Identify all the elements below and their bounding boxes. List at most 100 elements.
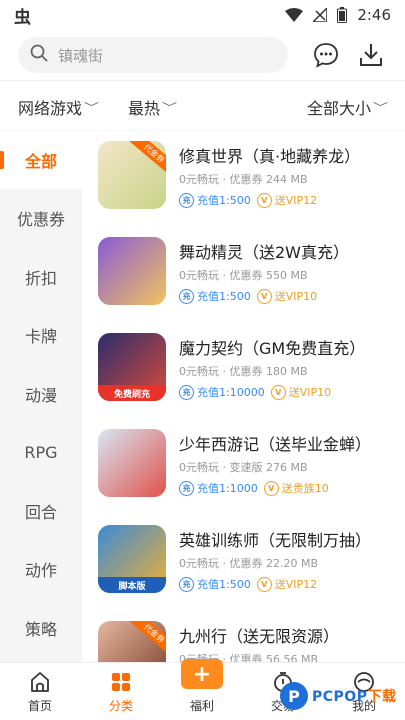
sidebar-item-turn-based[interactable]: 回合 [0, 482, 82, 540]
vip-icon: V [270, 384, 286, 400]
thumbnail-band: 脚本版 [98, 577, 166, 593]
chevron-down-icon: ﹀ [372, 101, 389, 114]
welfare-plus-button[interactable]: + [181, 659, 223, 689]
game-tags: 充充值1:10000 V 送VIP10 [179, 384, 331, 400]
recharge-label: 充值1:500 [197, 290, 251, 303]
watermark-logo-icon: P [280, 682, 308, 710]
watermark: P PCPOP下载 [280, 676, 402, 716]
thumbnail-band: 免费刷充 [98, 385, 166, 401]
vip-tag: V 送VIP10 [270, 384, 332, 400]
vip-tag: V 送VIP12 [256, 576, 317, 592]
game-thumbnail [98, 429, 166, 497]
recharge-icon: 充 [179, 480, 194, 496]
game-title: 英雄训练师（无限制万抽） [179, 531, 372, 550]
game-title: 修真世界（真·地藏养龙） [179, 147, 361, 166]
game-tags: 充充值1:500 V 送VIP12 [179, 576, 317, 592]
sidebar-item-strategy[interactable]: 策略 [0, 599, 82, 657]
sidebar-item-label: 优惠券 [16, 210, 65, 229]
recharge-tag: 充充值1:500 [179, 576, 251, 592]
sidebar-item-anime[interactable]: 动漫 [0, 365, 82, 423]
search-header: 镇魂街 [0, 30, 405, 80]
vip-label: 送VIP12 [274, 194, 318, 207]
vip-icon: V [263, 480, 279, 496]
game-list-item[interactable]: 代金券 九州行（送无限资源） 0元畅玩 · 优惠券 56.56 MB [82, 611, 405, 662]
game-tags: 充充值1:500 V 送VIP10 [179, 288, 317, 304]
sidebar-item-label: 卡牌 [24, 327, 57, 346]
game-list-item[interactable]: 脚本版 英雄训练师（无限制万抽） 0元畅玩 · 优惠券 22.20 MB 充充值… [82, 515, 405, 611]
sidebar-item-label: RPG [24, 442, 58, 462]
category-filter-label: 网络游戏 [18, 99, 83, 118]
size-filter[interactable]: 全部大小 ﹀ [307, 95, 389, 119]
message-icon[interactable] [310, 39, 342, 71]
recharge-icon: 充 [179, 576, 194, 592]
game-list-item[interactable]: 代金券 修真世界（真·地藏养龙） 0元畅玩 · 优惠券 244 MB 充充值1:… [82, 131, 405, 227]
vip-tag: V 送贵族10 [263, 480, 329, 496]
game-meta: 0元畅玩 · 优惠券 550 MB [179, 269, 308, 282]
vip-icon: V [256, 192, 272, 208]
battery-icon [337, 7, 348, 23]
vip-label: 送贵族10 [281, 482, 329, 495]
recharge-tag: 充充值1:1000 [179, 480, 258, 496]
grid-icon [108, 669, 134, 695]
search-icon [30, 44, 48, 66]
vip-tag: V 送VIP12 [256, 192, 318, 208]
recharge-tag: 充充值1:10000 [179, 384, 265, 400]
search-input[interactable]: 镇魂街 [18, 37, 288, 73]
category-sidebar: 全部 优惠券 折扣 卡牌 动漫 RPG 回合 动作 策略 [0, 131, 82, 662]
game-title: 少年西游记（送毕业金蝉） [179, 435, 372, 454]
sidebar-item-action[interactable]: 动作 [0, 540, 82, 598]
game-list-item[interactable]: 少年西游记（送毕业金蝉） 0元畅玩 · 变速版 276 MB 充充值1:1000… [82, 419, 405, 515]
sidebar-item-coupon[interactable]: 优惠券 [0, 189, 82, 247]
coupon-ribbon: 代金券 [129, 141, 166, 176]
recharge-icon: 充 [179, 192, 194, 208]
recharge-tag: 充充值1:500 [179, 192, 251, 208]
recharge-label: 充值1:1000 [197, 482, 258, 495]
filter-bar: 网络游戏 ﹀ 最热 ﹀ 全部大小 ﹀ [0, 80, 405, 130]
app-notification-icon: 虫 [14, 7, 31, 28]
status-bar: 虫 2:46 [0, 0, 405, 30]
recharge-label: 充值1:500 [197, 194, 251, 207]
game-tags: 充充值1:500 V 送VIP12 [179, 192, 317, 208]
sidebar-item-all[interactable]: 全部 [0, 131, 82, 189]
game-tags: 充充值1:1000 V 送贵族10 [179, 480, 329, 496]
recharge-tag: 充充值1:500 [179, 288, 251, 304]
sidebar-item-card[interactable]: 卡牌 [0, 306, 82, 364]
game-meta: 0元畅玩 · 变速版 276 MB [179, 461, 308, 474]
game-thumbnail: 代金券 [98, 621, 166, 662]
sidebar-item-label: 回合 [24, 503, 57, 522]
vip-tag: V 送VIP10 [256, 288, 317, 304]
game-thumbnail: 免费刷充 [98, 333, 166, 401]
game-list-item[interactable]: 免费刷充 魔力契约（GM免费直充） 0元畅玩 · 优惠券 180 MB 充充值1… [82, 323, 405, 419]
nav-home[interactable]: 首页 [0, 669, 80, 714]
sidebar-item-label: 动漫 [24, 386, 57, 405]
sort-filter[interactable]: 最热 ﹀ [128, 95, 177, 119]
game-thumbnail: 脚本版 [98, 525, 166, 593]
game-title: 九州行（送无限资源） [179, 627, 340, 646]
recharge-icon: 充 [179, 288, 194, 304]
download-icon[interactable] [355, 39, 387, 71]
vip-icon: V [256, 576, 272, 592]
game-meta: 0元畅玩 · 优惠券 244 MB [179, 173, 308, 186]
recharge-label: 充值1:10000 [197, 386, 265, 399]
search-placeholder: 镇魂街 [58, 46, 104, 65]
nav-category-label: 分类 [108, 699, 133, 713]
watermark-brand: PCPOP [312, 689, 368, 705]
clock-time: 2:46 [357, 6, 391, 24]
nav-category[interactable]: 分类 [81, 669, 161, 714]
sidebar-item-label: 动作 [24, 561, 57, 580]
nav-home-label: 首页 [27, 699, 52, 713]
game-list-item[interactable]: 舞动精灵（送2W真充） 0元畅玩 · 优惠券 550 MB 充充值1:500 V… [82, 227, 405, 323]
category-filter[interactable]: 网络游戏 ﹀ [18, 95, 100, 119]
chevron-down-icon: ﹀ [83, 101, 100, 114]
recharge-icon: 充 [179, 384, 194, 400]
coupon-ribbon: 代金券 [129, 621, 166, 656]
sidebar-item-label: 策略 [24, 620, 57, 639]
vip-label: 送VIP10 [288, 386, 332, 399]
game-title: 舞动精灵（送2W真充） [179, 243, 350, 262]
sidebar-item-discount[interactable]: 折扣 [0, 248, 82, 306]
nav-welfare-label: 福利 [189, 699, 214, 713]
size-filter-label: 全部大小 [307, 99, 372, 118]
sidebar-item-label: 全部 [24, 152, 57, 171]
game-thumbnail: 代金券 [98, 141, 166, 209]
sidebar-item-rpg[interactable]: RPG [0, 423, 82, 481]
